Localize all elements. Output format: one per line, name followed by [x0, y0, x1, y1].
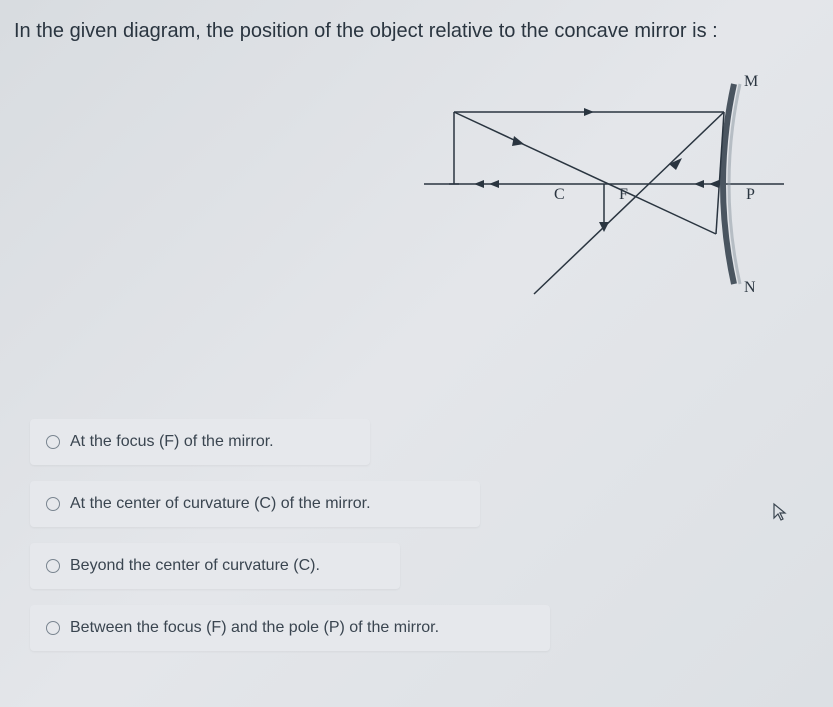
- option-text: At the focus (F) of the mirror.: [70, 433, 274, 451]
- option-b[interactable]: At the center of curvature (C) of the mi…: [30, 481, 480, 527]
- question-text: In the given diagram, the position of th…: [14, 18, 819, 44]
- radio-icon: [46, 621, 60, 635]
- option-c[interactable]: Beyond the center of curvature (C).: [30, 543, 400, 589]
- option-d[interactable]: Between the focus (F) and the pole (P) o…: [30, 605, 550, 651]
- label-P: P: [746, 186, 755, 203]
- label-N: N: [744, 279, 756, 296]
- label-C: C: [554, 186, 565, 203]
- radio-icon: [46, 435, 60, 449]
- options-list: At the focus (F) of the mirror. At the c…: [30, 419, 590, 667]
- concave-mirror-diagram: M N C F P: [414, 64, 794, 324]
- cursor-icon: [772, 502, 788, 527]
- option-a[interactable]: At the focus (F) of the mirror.: [30, 419, 370, 465]
- option-text: At the center of curvature (C) of the mi…: [70, 495, 371, 513]
- option-text: Beyond the center of curvature (C).: [70, 557, 320, 575]
- radio-icon: [46, 497, 60, 511]
- radio-icon: [46, 559, 60, 573]
- label-F: F: [619, 186, 628, 203]
- option-text: Between the focus (F) and the pole (P) o…: [70, 619, 439, 637]
- label-M: M: [744, 73, 758, 90]
